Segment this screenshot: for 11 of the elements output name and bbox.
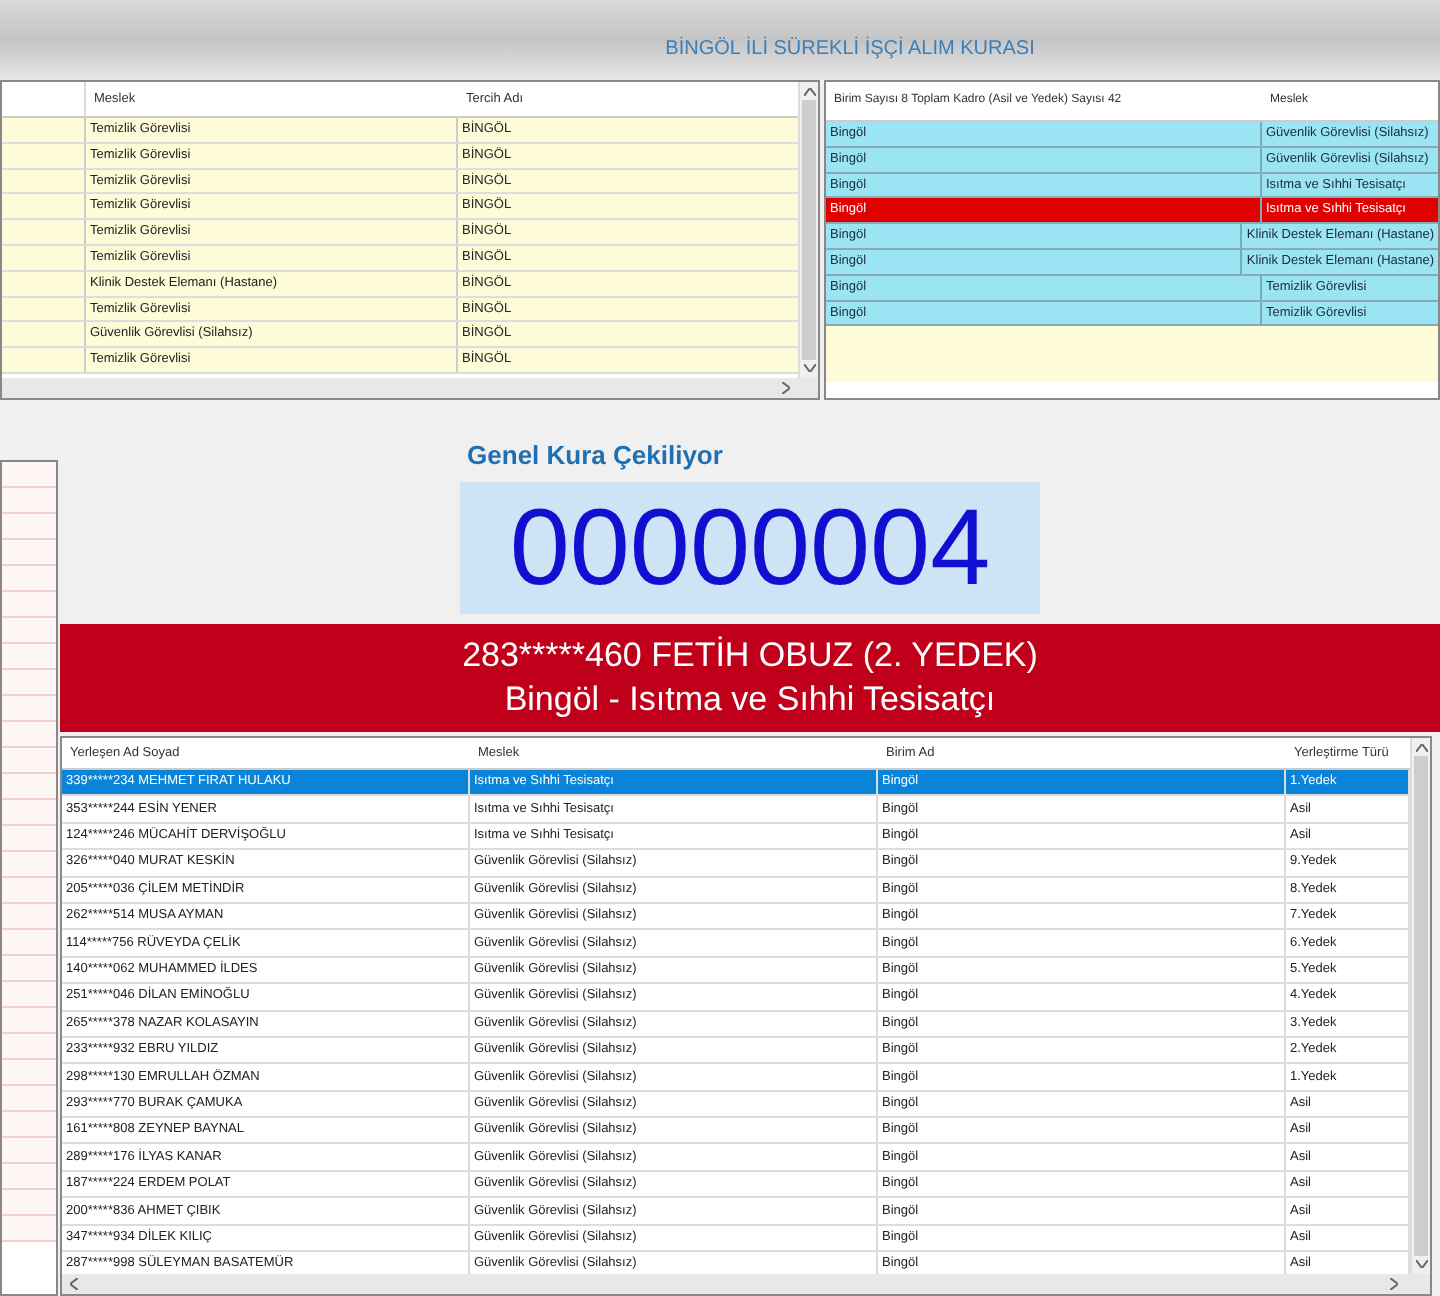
horizontal-scrollbar[interactable]	[62, 1274, 1430, 1294]
position-text: Bingöl - Isıtma ve Sıhhi Tesisatçı	[504, 678, 996, 722]
horizontal-scrollbar[interactable]	[2, 378, 818, 398]
vertical-scrollbar[interactable]	[1410, 738, 1430, 1274]
draw-number-display: 00000004	[460, 481, 1040, 613]
draw-status-label: Genel Kura Çekiliyor	[467, 438, 723, 474]
window-title: BİNGÖL İLİ SÜREKLİ İŞÇİ ALIM KURASI	[663, 34, 1035, 64]
scroll-thumb[interactable]	[1414, 756, 1428, 1256]
scroll-thumb[interactable]	[802, 100, 816, 360]
vertical-scrollbar[interactable]	[798, 82, 818, 378]
winner-text: 283*****460 FETİH OBUZ (2. YEDEK)	[462, 634, 1038, 678]
